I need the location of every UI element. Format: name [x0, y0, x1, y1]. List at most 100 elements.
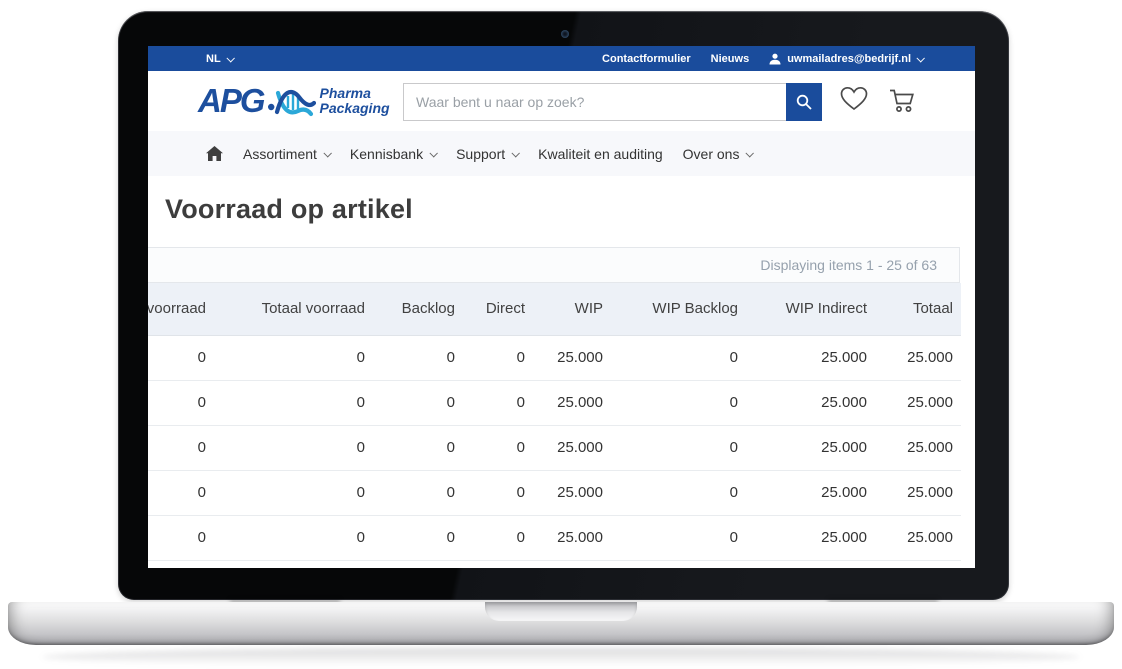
table-row: 000025.000025.00025.000	[148, 380, 961, 425]
table-cell: 0	[611, 425, 746, 470]
laptop-notch	[485, 602, 637, 621]
nav-item-label: Support	[456, 146, 505, 162]
dna-helix-icon	[268, 84, 316, 120]
table-row: 000025.000025.00025.000	[148, 425, 961, 470]
column-header: WIP Indirect	[746, 283, 875, 335]
top-utility-bar: NL Contactformulier Nieuws uwmailadres@b…	[148, 46, 975, 71]
column-header: Backlog	[373, 283, 463, 335]
table-cell: 0	[148, 335, 214, 380]
table-cell: 25.000	[746, 335, 875, 380]
stock-table-panel: Displaying items 1 - 25 of 63 voorraad To…	[148, 247, 960, 561]
page-background: NL Contactformulier Nieuws uwmailadres@b…	[0, 0, 1122, 669]
chevron-down-icon	[916, 54, 924, 62]
cart-icon	[887, 87, 917, 114]
logo-tagline-line2: Packaging	[320, 100, 390, 116]
logo-text: APG	[198, 84, 264, 117]
cart-button[interactable]	[887, 87, 917, 117]
table-row: 000025.000025.00025.000	[148, 470, 961, 515]
table-cell: 25.000	[533, 425, 611, 470]
search-icon	[796, 94, 812, 110]
table-cell: 0	[611, 515, 746, 560]
nav-item-kennisbank[interactable]: Kennisbank	[350, 146, 436, 162]
chevron-down-icon	[323, 149, 331, 157]
table-cell: 0	[214, 380, 373, 425]
table-body: 000025.000025.00025.000000025.000025.000…	[148, 335, 961, 560]
nav-item-label: Assortiment	[243, 146, 317, 162]
table-cell: 0	[463, 380, 533, 425]
logo-tagline: Pharma Packaging	[320, 86, 390, 116]
search-bar	[403, 83, 822, 121]
nav-item-support[interactable]: Support	[456, 146, 518, 162]
table-cell: 0	[373, 335, 463, 380]
table-cell: 25.000	[875, 470, 961, 515]
nav-item-label: Over ons	[683, 146, 740, 162]
table-cell: 25.000	[533, 335, 611, 380]
search-button[interactable]	[786, 83, 822, 121]
nav-item-label: Kwaliteit en auditing	[538, 146, 663, 162]
table-cell: 0	[611, 470, 746, 515]
account-email-label: uwmailadres@bedrijf.nl	[787, 53, 911, 65]
laptop-base	[8, 602, 1114, 645]
column-header: WIP Backlog	[611, 283, 746, 335]
table-cell: 0	[373, 515, 463, 560]
nav-item-over-ons[interactable]: Over ons	[683, 146, 753, 162]
table-cell: 0	[214, 470, 373, 515]
table-cell: 25.000	[875, 335, 961, 380]
nav-item-label: Kennisbank	[350, 146, 423, 162]
stock-table: voorraadTotaal voorraadBacklogDirectWIPW…	[148, 283, 961, 561]
table-cell: 25.000	[746, 515, 875, 560]
language-selector[interactable]: NL	[206, 53, 233, 65]
table-cell: 0	[148, 425, 214, 470]
table-cell: 0	[373, 425, 463, 470]
laptop-display: NL Contactformulier Nieuws uwmailadres@b…	[148, 46, 975, 568]
table-cell: 25.000	[533, 515, 611, 560]
table-cell: 0	[463, 515, 533, 560]
company-logo[interactable]: APG Pharma Packaging	[198, 80, 390, 120]
table-cell: 0	[214, 425, 373, 470]
contact-link[interactable]: Contactformulier	[602, 53, 691, 65]
search-input[interactable]	[403, 83, 822, 121]
table-cell: 0	[214, 515, 373, 560]
nav-item-assortiment[interactable]: Assortiment	[243, 146, 330, 162]
table-header-row: voorraadTotaal voorraadBacklogDirectWIPW…	[148, 283, 961, 335]
site-header: APG Pharma Packaging	[148, 71, 975, 131]
wishlist-button[interactable]	[840, 86, 868, 115]
account-menu[interactable]: uwmailadres@bedrijf.nl	[769, 53, 923, 65]
home-icon	[206, 146, 223, 161]
chevron-down-icon	[226, 54, 234, 62]
table-cell: 25.000	[533, 470, 611, 515]
table-cell: 0	[463, 425, 533, 470]
topbar-links: Contactformulier Nieuws uwmailadres@bedr…	[602, 53, 975, 65]
website: NL Contactformulier Nieuws uwmailadres@b…	[148, 46, 975, 568]
user-icon	[769, 53, 781, 65]
logo-tagline-line1: Pharma	[320, 85, 371, 101]
table-cell: 0	[611, 380, 746, 425]
webcam-icon	[561, 30, 569, 38]
column-header: Totaal	[875, 283, 961, 335]
laptop-screen-bezel: NL Contactformulier Nieuws uwmailadres@b…	[118, 11, 1009, 600]
table-cell: 0	[463, 335, 533, 380]
pagination-status: Displaying items 1 - 25 of 63	[148, 248, 959, 283]
table-cell: 25.000	[875, 515, 961, 560]
table-row: 000025.000025.00025.000	[148, 515, 961, 560]
chevron-down-icon	[746, 149, 754, 157]
table-cell: 0	[148, 470, 214, 515]
page-content: Voorraad op artikel Displaying items 1 -…	[148, 176, 975, 568]
table-row: 000025.000025.00025.000	[148, 335, 961, 380]
table-cell: 0	[373, 380, 463, 425]
main-nav-items: Assortiment Kennisbank Support Kwaliteit…	[243, 146, 752, 162]
page-title: Voorraad op artikel	[165, 194, 413, 225]
nav-item-kwaliteit-en-auditing[interactable]: Kwaliteit en auditing	[538, 146, 663, 162]
table-cell: 0	[148, 515, 214, 560]
news-link[interactable]: Nieuws	[711, 53, 750, 65]
table-cell: 0	[463, 470, 533, 515]
heart-icon	[840, 86, 868, 112]
table-cell: 0	[373, 470, 463, 515]
table-cell: 25.000	[746, 425, 875, 470]
column-header: voorraad	[148, 283, 214, 335]
nav-item-home[interactable]	[206, 146, 223, 161]
laptop-reflection	[42, 648, 1080, 666]
chevron-down-icon	[512, 149, 520, 157]
table-cell: 0	[214, 335, 373, 380]
language-label: NL	[206, 53, 221, 65]
